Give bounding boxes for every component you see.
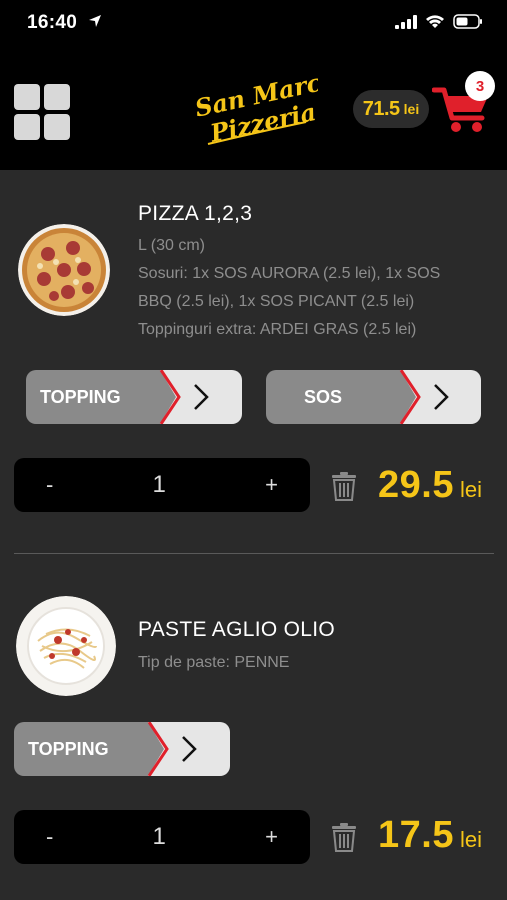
item-price-value: 29.5 — [378, 464, 454, 506]
pasta-icon — [16, 596, 116, 696]
grid-tile-icon — [14, 84, 40, 110]
quantity-stepper: - 1 + — [14, 458, 310, 512]
quantity-value: 1 — [152, 471, 166, 498]
item-price-currency: lei — [459, 827, 482, 852]
item-price-currency: lei — [459, 477, 482, 502]
quantity-stepper: - 1 + — [14, 810, 310, 864]
topping-button[interactable]: TOPPING — [26, 370, 242, 424]
grid-tile-icon — [44, 114, 70, 140]
app-header: San Marco Pizzeria 71.5 lei 3 — [0, 50, 507, 170]
san-marco-pizzeria-logo: San Marco Pizzeria — [192, 66, 318, 148]
topping-button[interactable]: TOPPING — [14, 722, 230, 776]
topping-button-label: TOPPING — [26, 370, 176, 424]
item-pasta-type: Tip de paste: PENNE — [138, 654, 290, 671]
increase-quantity-button[interactable]: + — [265, 824, 278, 850]
cart-count-badge: 3 — [465, 71, 495, 101]
quantity-value: 1 — [152, 823, 166, 850]
item-divider — [14, 553, 494, 554]
increase-quantity-button[interactable]: + — [265, 472, 278, 498]
cart-total-currency: lei — [403, 101, 420, 117]
chevron-right-icon — [182, 736, 197, 762]
location-arrow-icon — [89, 15, 101, 27]
sauce-button[interactable]: SOS — [266, 370, 481, 424]
item-sauces-line2: BBQ (2.5 lei), 1x SOS PICANT (2.5 lei) — [138, 293, 415, 310]
item-title: PIZZA 1,2,3 — [138, 202, 253, 225]
sauce-button-label: SOS — [266, 370, 416, 424]
pasta-image — [16, 596, 116, 696]
item-title: PASTE AGLIO OLIO — [138, 618, 335, 641]
signal-icon — [395, 14, 417, 29]
topping-button-label: TOPPING — [14, 722, 164, 776]
cart-total-pill: 71.5 lei — [353, 90, 429, 128]
pizza-icon — [18, 224, 110, 316]
status-icons — [395, 14, 483, 29]
grid-tile-icon — [44, 84, 70, 110]
chevron-right-icon — [433, 384, 449, 410]
chevron-right-icon — [194, 384, 209, 410]
decrease-quantity-button[interactable]: - — [46, 472, 53, 498]
trash-icon[interactable] — [331, 471, 357, 501]
wifi-icon — [426, 15, 444, 28]
item-size: L (30 cm) — [138, 237, 205, 254]
menu-grid-button[interactable] — [14, 84, 70, 140]
item-extra-toppings: Toppinguri extra: ARDEI GRAS (2.5 lei) — [138, 321, 417, 338]
grid-tile-icon — [14, 114, 40, 140]
battery-icon — [453, 14, 482, 29]
status-bar: 16:40 — [0, 0, 507, 50]
item-price: 29.5 lei — [378, 464, 482, 507]
item-price-value: 17.5 — [378, 814, 454, 856]
item-sauces-line1: Sosuri: 1x SOS AURORA (2.5 lei), 1x SOS — [138, 265, 441, 282]
pizza-image — [18, 224, 110, 316]
decrease-quantity-button[interactable]: - — [46, 824, 53, 850]
item-price: 17.5 lei — [378, 814, 482, 857]
cart-total-amount: 71.5 — [362, 97, 400, 120]
trash-icon[interactable] — [331, 822, 357, 852]
status-time: 16:40 — [27, 12, 78, 33]
